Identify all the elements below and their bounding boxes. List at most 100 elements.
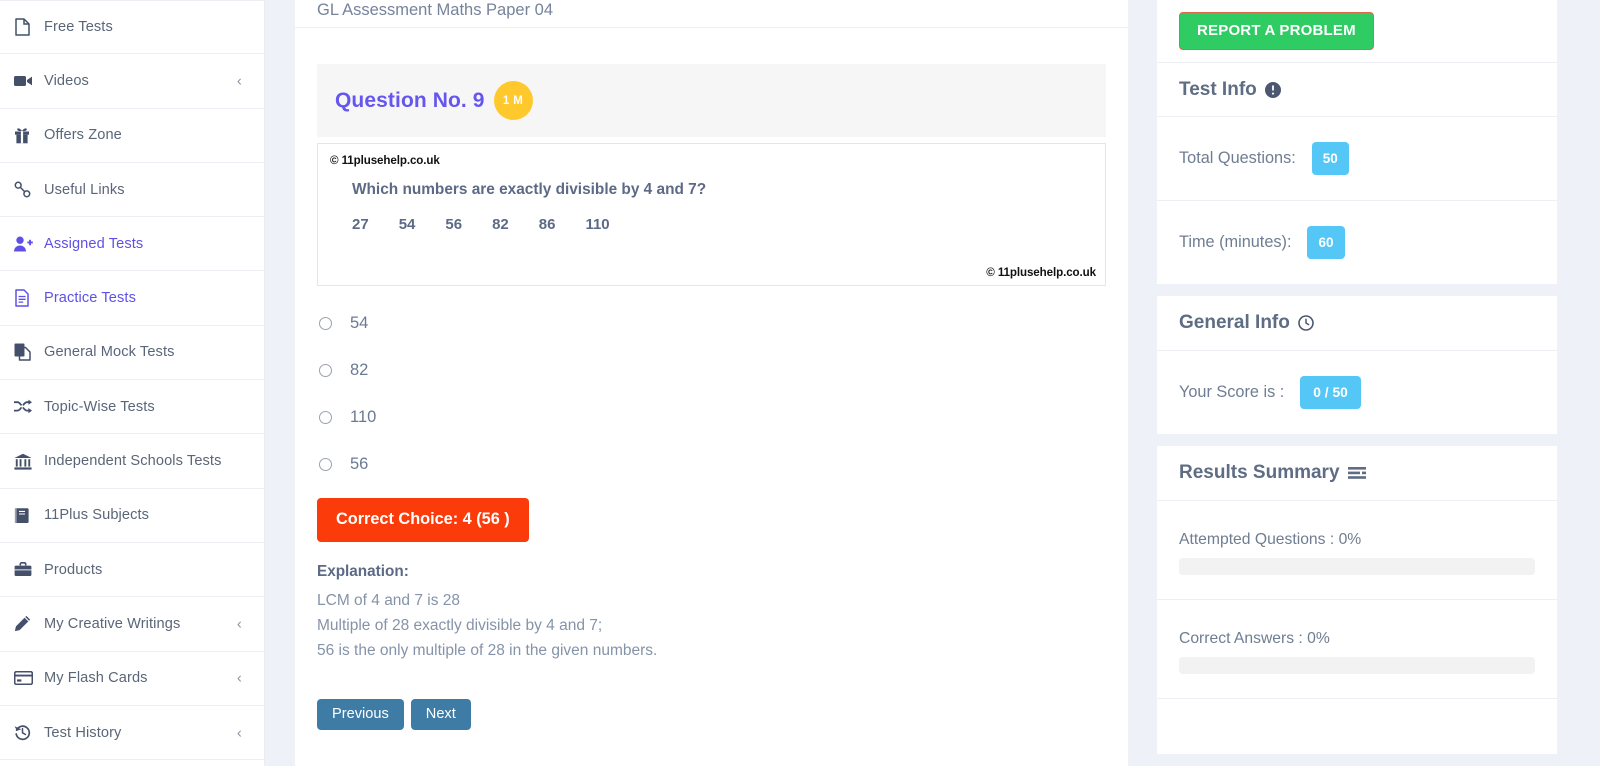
- total-questions-value: 50: [1311, 142, 1349, 175]
- results-extra-row: [1157, 698, 1557, 754]
- sidebar-item-my-flash-cards[interactable]: My Flash Cards ‹: [0, 651, 264, 706]
- explanation-title: Explanation:: [317, 563, 409, 580]
- next-button[interactable]: Next: [410, 699, 471, 730]
- copy-icon: [14, 343, 44, 362]
- progress-bar: [1179, 558, 1535, 575]
- sidebar-item-11plus-subjects[interactable]: 11Plus Subjects: [0, 488, 264, 543]
- user-plus-icon: [14, 236, 44, 252]
- chevron-left-icon[interactable]: ‹: [237, 725, 242, 740]
- sidebar-item-label: My Creative Writings: [44, 615, 181, 632]
- document-lines-icon: [14, 289, 44, 307]
- video-camera-icon: [14, 74, 44, 88]
- general-info-heading: General Info: [1157, 296, 1557, 350]
- results-bars: Attempted Questions : 0% Correct Answers …: [1157, 500, 1557, 698]
- test-info-heading: Test Info: [1157, 62, 1557, 116]
- question-number-label: Question No. 9: [335, 88, 485, 112]
- radio-button[interactable]: [319, 411, 332, 424]
- pencil-icon: [14, 615, 44, 632]
- question-image-box: © 11plusehelp.co.uk Which numbers are ex…: [317, 143, 1106, 286]
- results-summary-heading: Results Summary: [1157, 446, 1557, 500]
- question-card: GL Assessment Maths Paper 04 Question No…: [295, 0, 1128, 766]
- sidebar-item-my-creative-writings[interactable]: My Creative Writings ‹: [0, 597, 264, 652]
- chevron-left-icon[interactable]: ‹: [237, 73, 242, 88]
- question-number-item: 82: [492, 216, 509, 233]
- info-circle-icon: [1264, 81, 1281, 98]
- answer-option-label: 54: [350, 314, 369, 332]
- sidebar-item-useful-links[interactable]: Useful Links: [0, 162, 264, 218]
- total-questions-row: Total Questions: 50: [1157, 116, 1557, 200]
- question-number-item: 110: [585, 216, 610, 233]
- answer-option-label: 56: [350, 455, 369, 473]
- sidebar-item-videos[interactable]: Videos ‹: [0, 54, 264, 109]
- sidebar-item-practice-tests[interactable]: Practice Tests: [0, 271, 264, 326]
- watermark-top: © 11plusehelp.co.uk: [330, 154, 440, 167]
- answer-option[interactable]: 110: [317, 394, 1106, 441]
- sidebar-item-label: Useful Links: [44, 181, 125, 198]
- sidebar-item-label: Videos: [44, 72, 89, 89]
- sidebar-item-free-tests[interactable]: Free Tests: [0, 0, 264, 55]
- explanation-line: 56 is the only multiple of 28 in the giv…: [317, 642, 658, 659]
- chevron-left-icon[interactable]: ‹: [237, 616, 242, 631]
- gift-icon: [14, 126, 44, 144]
- progress-label: Attempted Questions : 0%: [1179, 531, 1362, 548]
- radio-button[interactable]: [319, 364, 332, 377]
- question-number-item: 27: [352, 216, 369, 233]
- your-score-value: 0 / 50: [1300, 376, 1361, 409]
- briefcase-icon: [14, 562, 44, 577]
- sidebar-item-products[interactable]: Products: [0, 542, 264, 598]
- time-minutes-value: 60: [1307, 226, 1345, 259]
- explanation-line: Multiple of 28 exactly divisible by 4 an…: [317, 617, 603, 634]
- link-icon: [14, 181, 44, 198]
- sidebar-item-label: Topic-Wise Tests: [44, 398, 155, 415]
- test-info-panel: REPORT A PROBLEM Test Info Total Questio…: [1157, 0, 1557, 284]
- explanation-line: LCM of 4 and 7 is 28: [317, 592, 461, 609]
- answer-options: 54 82 110 56: [317, 300, 1106, 488]
- radio-button[interactable]: [319, 458, 332, 471]
- sidebar-item-label: Free Tests: [44, 19, 113, 36]
- explanation-body: LCM of 4 and 7 is 28 Multiple of 28 exact…: [317, 588, 1106, 663]
- sidebar-item-label: Products: [44, 561, 103, 578]
- answer-option-label: 82: [350, 361, 369, 379]
- sidebar-item-topic-wise-tests[interactable]: Topic-Wise Tests: [0, 380, 264, 435]
- sidebar-item-label: Practice Tests: [44, 290, 136, 307]
- sidebar-item-assigned-tests[interactable]: Assigned Tests: [0, 217, 264, 272]
- app-root: Free Tests Videos ‹ Offers Zone Useful Links…: [0, 0, 1600, 766]
- watermark-bottom: © 11plusehelp.co.uk: [986, 266, 1096, 279]
- sidebar-item-general-mock-tests[interactable]: General Mock Tests: [0, 325, 264, 381]
- shuffle-icon: [14, 399, 44, 414]
- progress-bar: [1179, 657, 1535, 674]
- total-questions-label: Total Questions:: [1179, 149, 1296, 167]
- time-minutes-row: Time (minutes): 60: [1157, 200, 1557, 284]
- answer-option[interactable]: 54: [317, 300, 1106, 347]
- report-row: REPORT A PROBLEM: [1157, 0, 1557, 62]
- bank-icon: [14, 453, 44, 470]
- answer-option[interactable]: 82: [317, 347, 1106, 394]
- chevron-left-icon[interactable]: ‹: [237, 671, 242, 686]
- general-info-heading-label: General Info: [1179, 312, 1290, 333]
- sidebar-item-label: General Mock Tests: [44, 344, 175, 361]
- sidebar-item-label: Independent Schools Tests: [44, 453, 222, 470]
- general-info-panel: General Info Your Score is : 0 / 50: [1157, 296, 1557, 434]
- page-title: GL Assessment Maths Paper 04: [295, 0, 1128, 28]
- sidebar-item-label: Test History: [44, 724, 122, 741]
- sidebar-item-offers-zone[interactable]: Offers Zone: [0, 108, 264, 163]
- list-bars-icon: [1347, 466, 1366, 480]
- radio-button[interactable]: [319, 317, 332, 330]
- left-sidebar: Free Tests Videos ‹ Offers Zone Useful Links…: [0, 0, 265, 766]
- question-text: Which numbers are exactly divisible by 4…: [352, 181, 707, 198]
- results-summary-heading-label: Results Summary: [1179, 462, 1340, 483]
- progress-label: Correct Answers : 0%: [1179, 630, 1330, 647]
- your-score-row: Your Score is : 0 / 50: [1157, 350, 1557, 434]
- report-a-problem-button[interactable]: REPORT A PROBLEM: [1179, 12, 1374, 50]
- card-icon: [14, 671, 44, 686]
- file-icon: [14, 18, 44, 36]
- previous-button[interactable]: Previous: [317, 699, 404, 730]
- progress-row: Correct Answers : 0%: [1157, 599, 1557, 698]
- progress-row: Attempted Questions : 0%: [1157, 500, 1557, 599]
- sidebar-item-independent-schools-tests[interactable]: Independent Schools Tests: [0, 434, 264, 489]
- test-info-heading-label: Test Info: [1179, 78, 1257, 100]
- sidebar-item-test-history[interactable]: Test History ‹: [0, 705, 264, 761]
- sidebar-item-label: Offers Zone: [44, 127, 122, 144]
- answer-option[interactable]: 56: [317, 441, 1106, 488]
- question-number-item: 56: [445, 216, 463, 233]
